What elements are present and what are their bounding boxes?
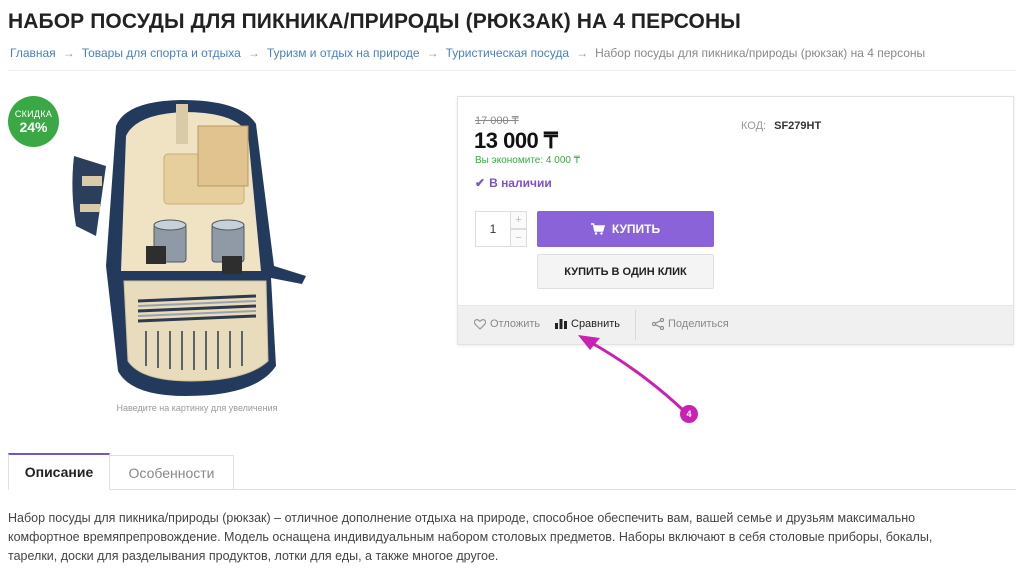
buy-button[interactable]: КУПИТЬ bbox=[537, 211, 714, 247]
buy-button-label: КУПИТЬ bbox=[611, 222, 661, 236]
header-divider bbox=[8, 70, 1016, 71]
current-price: 13 000 ₸ bbox=[474, 128, 558, 153]
discount-label: СКИДКА bbox=[14, 109, 53, 119]
stock-status: ✔ В наличии bbox=[475, 176, 552, 190]
quantity-input[interactable] bbox=[475, 211, 511, 247]
quantity-decrease-button[interactable]: − bbox=[510, 229, 527, 247]
discount-value: 24% bbox=[19, 119, 48, 135]
heart-icon bbox=[474, 318, 486, 330]
tabs-divider bbox=[8, 489, 1016, 490]
sku-label: КОД: bbox=[741, 120, 767, 132]
breadcrumb-separator: → bbox=[247, 46, 260, 60]
wishlist-button[interactable]: Отложить bbox=[474, 318, 540, 330]
breadcrumb-separator: → bbox=[62, 46, 75, 60]
breadcrumb-home[interactable]: Главная bbox=[10, 46, 56, 60]
action-bar: Отложить Сравнить Поделиться bbox=[458, 305, 1013, 344]
breadcrumb-tourism[interactable]: Туризм и отдых на природе bbox=[267, 46, 420, 60]
sku-value: SF279HT bbox=[774, 120, 822, 132]
check-icon: ✔ bbox=[475, 176, 486, 190]
image-zoom-hint: Наведите на картинку для увеличения bbox=[116, 403, 278, 413]
breadcrumb-separator: → bbox=[576, 46, 589, 60]
savings-text: Вы экономите: 4 000 ₸ bbox=[475, 155, 581, 166]
breadcrumb-separator: → bbox=[426, 46, 439, 60]
share-label: Поделиться bbox=[668, 318, 729, 330]
action-separator bbox=[635, 310, 636, 340]
wishlist-label: Отложить bbox=[490, 318, 541, 330]
share-button[interactable]: Поделиться bbox=[652, 318, 729, 330]
quantity-increase-button[interactable]: + bbox=[510, 211, 527, 229]
backpack-picture bbox=[72, 100, 306, 396]
old-price: 17 000 ₸ bbox=[475, 115, 519, 127]
compare-label: Сравнить bbox=[571, 318, 621, 330]
buy-box: 17 000 ₸ 13 000 ₸ Вы экономите: 4 000 ₸ … bbox=[457, 96, 1014, 345]
breadcrumb-current: Набор посуды для пикника/природы (рюкзак… bbox=[595, 46, 926, 60]
cart-icon bbox=[590, 223, 605, 235]
compare-chart-icon bbox=[555, 319, 567, 329]
product-description: Набор посуды для пикника/природы (рюкзак… bbox=[8, 511, 933, 563]
discount-badge: СКИДКА 24% bbox=[8, 96, 59, 147]
stock-label: В наличии bbox=[489, 176, 552, 190]
annotation-marker: 4 bbox=[680, 405, 698, 423]
breadcrumb: Главная → Товары для спорта и отдыха → Т… bbox=[10, 46, 925, 60]
product-tabs: Описание Особенности bbox=[8, 453, 234, 490]
breadcrumb-sport[interactable]: Товары для спорта и отдыха bbox=[82, 46, 241, 60]
breadcrumb-cookware[interactable]: Туристическая посуда bbox=[446, 46, 570, 60]
tab-description[interactable]: Описание bbox=[8, 453, 110, 490]
sku: КОД: SF279HT bbox=[741, 120, 821, 132]
tab-features[interactable]: Особенности bbox=[110, 455, 234, 490]
page-title: НАБОР ПОСУДЫ ДЛЯ ПИКНИКА/ПРИРОДЫ (РЮКЗАК… bbox=[8, 10, 741, 33]
one-click-buy-button[interactable]: КУПИТЬ В ОДИН КЛИК bbox=[537, 254, 714, 289]
product-image[interactable] bbox=[66, 96, 316, 398]
compare-button[interactable]: Сравнить bbox=[555, 318, 620, 330]
share-icon bbox=[652, 318, 664, 330]
